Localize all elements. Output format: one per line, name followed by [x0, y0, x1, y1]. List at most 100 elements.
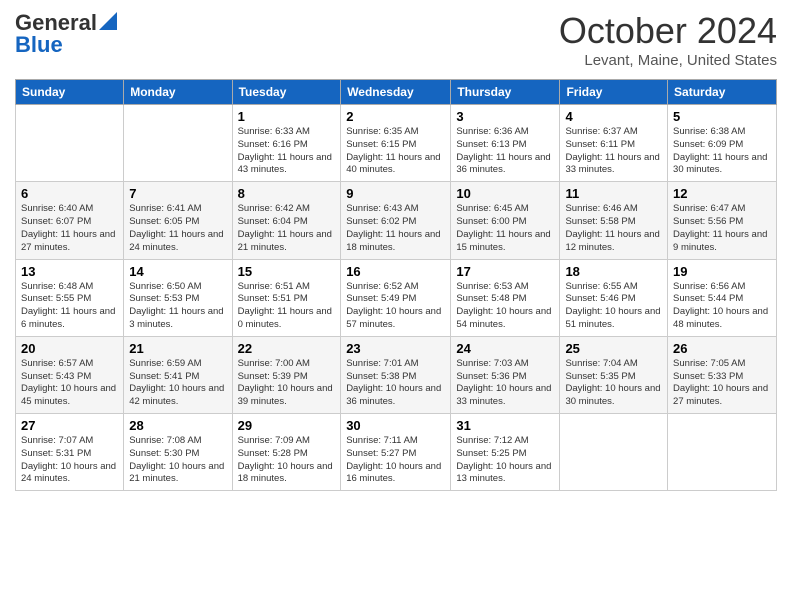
- col-wednesday: Wednesday: [341, 80, 451, 105]
- day-info: Sunrise: 6:48 AM Sunset: 5:55 PM Dayligh…: [21, 281, 118, 332]
- day-number: 21: [129, 341, 226, 356]
- day-info: Sunrise: 6:37 AM Sunset: 6:11 PM Dayligh…: [565, 126, 662, 177]
- calendar-cell: 11Sunrise: 6:46 AM Sunset: 5:58 PM Dayli…: [560, 182, 668, 259]
- logo: General Blue: [15, 10, 117, 58]
- day-number: 18: [565, 264, 662, 279]
- calendar-cell: 6 Sunrise: 6:40 AM Sunset: 6:07 PM Daylig…: [16, 182, 124, 259]
- day-number: 12: [673, 186, 771, 201]
- calendar-cell: 8Sunrise: 6:42 AM Sunset: 6:04 PM Daylig…: [232, 182, 341, 259]
- calendar-cell: [124, 105, 232, 182]
- calendar-cell: 10Sunrise: 6:45 AM Sunset: 6:00 PM Dayli…: [451, 182, 560, 259]
- calendar-cell: 12 Sunrise: 6:47 AM Sunset: 5:56 PM Dayli…: [668, 182, 777, 259]
- day-info: Sunrise: 6:43 AM Sunset: 6:02 PM Dayligh…: [346, 203, 445, 254]
- day-info: Sunrise: 7:04 AM Sunset: 5:35 PM Dayligh…: [565, 358, 662, 409]
- day-info: Sunrise: 6:55 AM Sunset: 5:46 PM Dayligh…: [565, 281, 662, 332]
- calendar-cell: 21 Sunrise: 6:59 AM Sunset: 5:41 PM Dayli…: [124, 336, 232, 413]
- day-info: Sunrise: 6:57 AM Sunset: 5:43 PM Dayligh…: [21, 358, 118, 409]
- logo-blue-text: Blue: [15, 32, 63, 58]
- day-info: Sunrise: 6:59 AM Sunset: 5:41 PM Dayligh…: [129, 358, 226, 409]
- day-number: 17: [456, 264, 554, 279]
- calendar-cell: 25 Sunrise: 7:04 AM Sunset: 5:35 PM Dayli…: [560, 336, 668, 413]
- weekday-header-row: Sunday Monday Tuesday Wednesday Thursday…: [16, 80, 777, 105]
- calendar-cell: 22 Sunrise: 7:00 AM Sunset: 5:39 PM Dayli…: [232, 336, 341, 413]
- calendar-cell: [668, 414, 777, 491]
- day-number: 19: [673, 264, 771, 279]
- month-title: October 2024: [559, 10, 777, 52]
- col-saturday: Saturday: [668, 80, 777, 105]
- day-info: Sunrise: 6:53 AM Sunset: 5:48 PM Dayligh…: [456, 281, 554, 332]
- day-info: Sunrise: 6:38 AM Sunset: 6:09 PM Dayligh…: [673, 126, 771, 177]
- day-info: Sunrise: 7:01 AM Sunset: 5:38 PM Dayligh…: [346, 358, 445, 409]
- calendar-cell: 28 Sunrise: 7:08 AM Sunset: 5:30 PM Dayli…: [124, 414, 232, 491]
- calendar-week-row: 27 Sunrise: 7:07 AM Sunset: 5:31 PM Dayli…: [16, 414, 777, 491]
- day-info: Sunrise: 6:33 AM Sunset: 6:16 PM Dayligh…: [238, 126, 336, 177]
- day-number: 29: [238, 418, 336, 433]
- day-number: 8: [238, 186, 336, 201]
- day-info: Sunrise: 7:12 AM Sunset: 5:25 PM Dayligh…: [456, 435, 554, 486]
- calendar-cell: 29Sunrise: 7:09 AM Sunset: 5:28 PM Dayli…: [232, 414, 341, 491]
- day-number: 4: [565, 109, 662, 124]
- day-info: Sunrise: 7:05 AM Sunset: 5:33 PM Dayligh…: [673, 358, 771, 409]
- logo-icon: [99, 12, 117, 30]
- calendar-cell: 13 Sunrise: 6:48 AM Sunset: 5:55 PM Dayli…: [16, 259, 124, 336]
- day-number: 7: [129, 186, 226, 201]
- day-number: 15: [238, 264, 336, 279]
- day-info: Sunrise: 6:56 AM Sunset: 5:44 PM Dayligh…: [673, 281, 771, 332]
- calendar-week-row: 20 Sunrise: 6:57 AM Sunset: 5:43 PM Dayli…: [16, 336, 777, 413]
- day-number: 1: [238, 109, 336, 124]
- title-block: October 2024 Levant, Maine, United State…: [559, 10, 777, 69]
- day-number: 9: [346, 186, 445, 201]
- day-info: Sunrise: 6:46 AM Sunset: 5:58 PM Dayligh…: [565, 203, 662, 254]
- calendar-cell: 18 Sunrise: 6:55 AM Sunset: 5:46 PM Dayli…: [560, 259, 668, 336]
- day-info: Sunrise: 6:40 AM Sunset: 6:07 PM Dayligh…: [21, 203, 118, 254]
- calendar-week-row: 13 Sunrise: 6:48 AM Sunset: 5:55 PM Dayli…: [16, 259, 777, 336]
- calendar-cell: 30 Sunrise: 7:11 AM Sunset: 5:27 PM Dayli…: [341, 414, 451, 491]
- calendar-cell: [560, 414, 668, 491]
- day-number: 13: [21, 264, 118, 279]
- calendar-cell: 7Sunrise: 6:41 AM Sunset: 6:05 PM Daylig…: [124, 182, 232, 259]
- day-number: 20: [21, 341, 118, 356]
- day-number: 2: [346, 109, 445, 124]
- calendar-cell: 17 Sunrise: 6:53 AM Sunset: 5:48 PM Dayli…: [451, 259, 560, 336]
- day-info: Sunrise: 6:47 AM Sunset: 5:56 PM Dayligh…: [673, 203, 771, 254]
- calendar-cell: 2 Sunrise: 6:35 AM Sunset: 6:15 PM Daylig…: [341, 105, 451, 182]
- day-number: 28: [129, 418, 226, 433]
- calendar-cell: 23 Sunrise: 7:01 AM Sunset: 5:38 PM Dayli…: [341, 336, 451, 413]
- calendar-cell: 16Sunrise: 6:52 AM Sunset: 5:49 PM Dayli…: [341, 259, 451, 336]
- col-sunday: Sunday: [16, 80, 124, 105]
- day-number: 22: [238, 341, 336, 356]
- day-number: 25: [565, 341, 662, 356]
- calendar-cell: 31 Sunrise: 7:12 AM Sunset: 5:25 PM Dayli…: [451, 414, 560, 491]
- col-friday: Friday: [560, 80, 668, 105]
- day-number: 10: [456, 186, 554, 201]
- day-number: 5: [673, 109, 771, 124]
- calendar-cell: 20 Sunrise: 6:57 AM Sunset: 5:43 PM Dayli…: [16, 336, 124, 413]
- day-number: 6: [21, 186, 118, 201]
- page-container: General Blue October 2024 Levant, Maine,…: [0, 0, 792, 501]
- day-number: 3: [456, 109, 554, 124]
- location-subtitle: Levant, Maine, United States: [559, 52, 777, 69]
- day-number: 30: [346, 418, 445, 433]
- calendar-table: Sunday Monday Tuesday Wednesday Thursday…: [15, 79, 777, 491]
- calendar-cell: 14Sunrise: 6:50 AM Sunset: 5:53 PM Dayli…: [124, 259, 232, 336]
- page-header: General Blue October 2024 Levant, Maine,…: [15, 10, 777, 69]
- day-number: 24: [456, 341, 554, 356]
- day-number: 27: [21, 418, 118, 433]
- calendar-cell: 1 Sunrise: 6:33 AM Sunset: 6:16 PM Daylig…: [232, 105, 341, 182]
- day-info: Sunrise: 6:52 AM Sunset: 5:49 PM Dayligh…: [346, 281, 445, 332]
- day-info: Sunrise: 6:35 AM Sunset: 6:15 PM Dayligh…: [346, 126, 445, 177]
- calendar-cell: 27 Sunrise: 7:07 AM Sunset: 5:31 PM Dayli…: [16, 414, 124, 491]
- day-info: Sunrise: 7:00 AM Sunset: 5:39 PM Dayligh…: [238, 358, 336, 409]
- day-number: 14: [129, 264, 226, 279]
- day-info: Sunrise: 7:11 AM Sunset: 5:27 PM Dayligh…: [346, 435, 445, 486]
- calendar-cell: 26Sunrise: 7:05 AM Sunset: 5:33 PM Dayli…: [668, 336, 777, 413]
- day-info: Sunrise: 7:07 AM Sunset: 5:31 PM Dayligh…: [21, 435, 118, 486]
- day-info: Sunrise: 6:36 AM Sunset: 6:13 PM Dayligh…: [456, 126, 554, 177]
- day-number: 23: [346, 341, 445, 356]
- calendar-week-row: 1 Sunrise: 6:33 AM Sunset: 6:16 PM Daylig…: [16, 105, 777, 182]
- day-info: Sunrise: 7:08 AM Sunset: 5:30 PM Dayligh…: [129, 435, 226, 486]
- calendar-cell: 3 Sunrise: 6:36 AM Sunset: 6:13 PM Daylig…: [451, 105, 560, 182]
- calendar-cell: 5 Sunrise: 6:38 AM Sunset: 6:09 PM Daylig…: [668, 105, 777, 182]
- col-thursday: Thursday: [451, 80, 560, 105]
- day-number: 31: [456, 418, 554, 433]
